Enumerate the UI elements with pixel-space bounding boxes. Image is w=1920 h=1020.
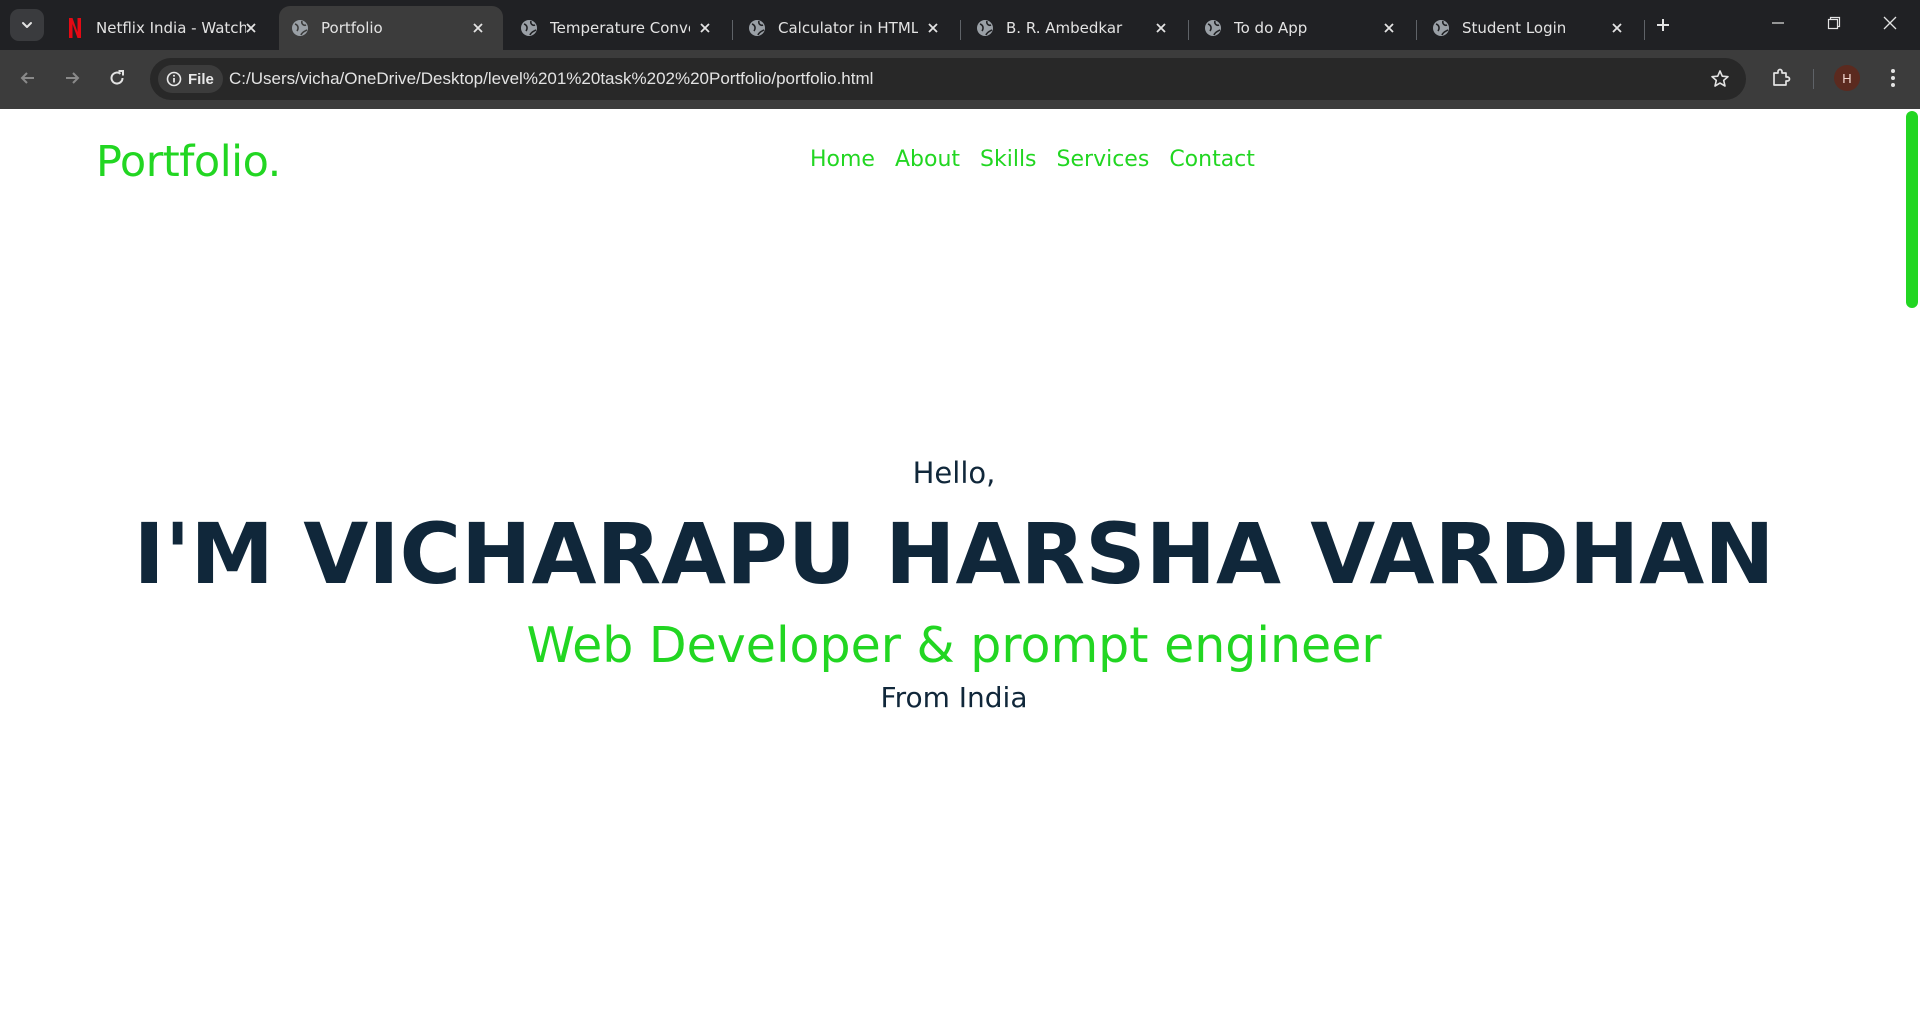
site-info-label: File xyxy=(188,70,214,88)
profile-avatar[interactable]: H xyxy=(1834,65,1860,91)
plus-icon xyxy=(1657,19,1669,31)
tab-title: Portfolio xyxy=(321,19,383,37)
browser-tabstrip: Netflix India - Watch Portfolio Temperat… xyxy=(0,0,1920,50)
tab-calculator[interactable]: Calculator in HTML C xyxy=(736,6,958,50)
site-logo[interactable]: Portfolio. xyxy=(96,137,281,187)
tab-student-login[interactable]: Student Login xyxy=(1420,6,1642,50)
close-window-button[interactable] xyxy=(1862,0,1918,46)
address-bar[interactable]: File C:/Users/vicha/OneDrive/Desktop/lev… xyxy=(150,58,1746,100)
reload-icon xyxy=(110,70,124,85)
tab-netflix[interactable]: Netflix India - Watch xyxy=(54,6,276,50)
bookmark-button[interactable] xyxy=(1708,67,1732,91)
tab-title: Student Login xyxy=(1462,19,1567,37)
tab-separator xyxy=(1416,20,1417,40)
nav-skills[interactable]: Skills xyxy=(980,147,1037,172)
kebab-menu-icon xyxy=(1891,69,1895,87)
extensions-button[interactable] xyxy=(1766,63,1796,93)
hero-name: I'M VICHARAPU HARSHA VARDHAN xyxy=(133,505,1775,603)
tab-separator xyxy=(960,20,961,40)
tab-close-icon[interactable] xyxy=(1152,19,1170,37)
globe-icon xyxy=(976,19,994,37)
globe-icon xyxy=(748,19,766,37)
tab-separator xyxy=(732,20,733,40)
puzzle-icon xyxy=(1773,68,1791,86)
page-viewport: Portfolio. Home About Skills Services Co… xyxy=(0,109,1920,1020)
new-tab-button[interactable] xyxy=(1650,12,1676,38)
minimize-icon xyxy=(1772,22,1784,24)
back-button[interactable] xyxy=(12,62,44,94)
tab-temperature[interactable]: Temperature Convert xyxy=(508,6,730,50)
tab-title: Temperature Convert xyxy=(550,19,690,37)
globe-icon xyxy=(1432,19,1450,37)
tab-close-icon[interactable] xyxy=(1608,19,1626,37)
reload-button[interactable] xyxy=(101,62,133,94)
forward-button[interactable] xyxy=(56,62,88,94)
netflix-logo-icon xyxy=(66,18,84,38)
globe-icon xyxy=(291,19,309,37)
hero-role: Web Developer & prompt engineer xyxy=(526,617,1382,674)
tab-close-icon[interactable] xyxy=(1380,19,1398,37)
tab-title: B. R. Ambedkar xyxy=(1006,19,1123,37)
hero-location: From India xyxy=(880,681,1028,714)
restore-button[interactable] xyxy=(1806,0,1862,46)
tab-ambedkar[interactable]: B. R. Ambedkar xyxy=(964,6,1186,50)
site-nav: Home About Skills Services Contact xyxy=(810,147,1255,172)
star-icon xyxy=(1711,70,1729,87)
globe-icon xyxy=(520,19,538,37)
tab-title: Calculator in HTML C xyxy=(778,19,918,37)
nav-about[interactable]: About xyxy=(895,147,960,172)
tab-separator xyxy=(1644,20,1645,40)
nav-home[interactable]: Home xyxy=(810,147,875,172)
arrow-right-icon xyxy=(66,72,80,84)
site-info-chip[interactable]: File xyxy=(158,65,223,93)
chevron-down-icon xyxy=(22,22,32,28)
tab-todo[interactable]: To do App xyxy=(1192,6,1414,50)
tab-title: Netflix India - Watch xyxy=(96,19,246,37)
scrollbar-thumb[interactable] xyxy=(1906,111,1918,308)
minimize-button[interactable] xyxy=(1750,0,1806,46)
tab-search-button[interactable] xyxy=(10,9,44,41)
tab-title: To do App xyxy=(1234,19,1308,37)
browser-toolbar: File C:/Users/vicha/OneDrive/Desktop/lev… xyxy=(0,50,1920,109)
nav-contact[interactable]: Contact xyxy=(1169,147,1255,172)
menu-button[interactable] xyxy=(1878,63,1908,93)
tab-portfolio[interactable]: Portfolio xyxy=(279,6,503,50)
site-header: Portfolio. Home About Skills Services Co… xyxy=(0,109,1905,219)
tab-close-icon[interactable] xyxy=(242,19,260,37)
nav-services[interactable]: Services xyxy=(1057,147,1150,172)
toolbar-separator xyxy=(1813,69,1814,89)
tab-separator xyxy=(1188,20,1189,40)
globe-icon xyxy=(1204,19,1222,37)
tab-close-icon[interactable] xyxy=(924,19,942,37)
restore-icon xyxy=(1827,16,1841,30)
hero-greeting: Hello, xyxy=(912,456,996,490)
close-icon xyxy=(1883,16,1897,30)
tab-close-icon[interactable] xyxy=(469,19,487,37)
info-icon xyxy=(166,71,182,87)
arrow-left-icon xyxy=(20,72,34,84)
tab-close-icon[interactable] xyxy=(696,19,714,37)
url-text[interactable]: C:/Users/vicha/OneDrive/Desktop/level%20… xyxy=(229,58,873,100)
